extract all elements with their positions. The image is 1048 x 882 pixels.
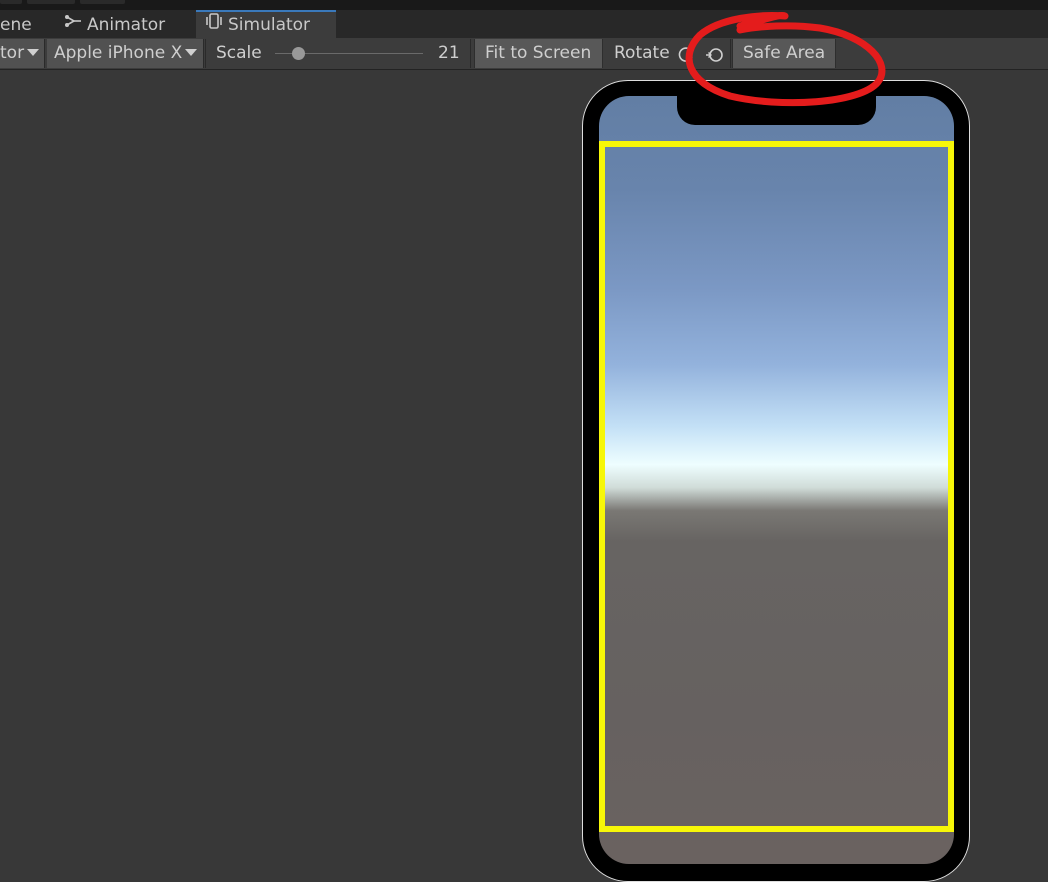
- rotate-control: Rotate: [604, 39, 731, 68]
- view-mode-dropdown[interactable]: tor: [0, 39, 45, 68]
- editor-tab-bar: ene Animator Simulator: [0, 10, 1048, 38]
- animator-icon: [64, 9, 82, 39]
- simulator-device-icon: [205, 11, 223, 37]
- scale-slider-thumb[interactable]: [292, 47, 305, 60]
- window-top-strip: [0, 0, 1048, 10]
- scale-value: 21: [438, 43, 460, 63]
- tab-animator[interactable]: Animator: [64, 10, 192, 38]
- top-tab-stub[interactable]: [80, 0, 125, 4]
- top-tab-stub[interactable]: [0, 0, 22, 4]
- tab-simulator[interactable]: Simulator: [196, 10, 336, 38]
- rotate-label: Rotate: [614, 43, 670, 63]
- safe-area-outline: [599, 141, 954, 832]
- safe-area-button[interactable]: Safe Area: [732, 39, 836, 68]
- safe-area-label: Safe Area: [743, 43, 826, 63]
- device-notch: [677, 95, 876, 125]
- chevron-down-icon: [185, 48, 198, 56]
- rotate-left-icon[interactable]: [677, 45, 695, 74]
- view-mode-label: tor: [0, 43, 25, 63]
- simulator-toolbar: tor Apple iPhone X Scale 21 Fit to Scree…: [0, 38, 1048, 70]
- rotate-right-icon[interactable]: [705, 45, 725, 74]
- device-label: Apple iPhone X: [54, 43, 183, 63]
- tab-label: ene: [0, 15, 32, 35]
- chevron-down-icon: [27, 48, 40, 56]
- tab-scene[interactable]: ene: [0, 10, 58, 38]
- fit-to-screen-label: Fit to Screen: [485, 43, 592, 63]
- top-tab-stub[interactable]: [27, 0, 75, 4]
- fit-to-screen-button[interactable]: Fit to Screen: [474, 39, 603, 68]
- tab-label: Animator: [87, 15, 166, 35]
- device-dropdown[interactable]: Apple iPhone X: [47, 39, 204, 68]
- tab-label: Simulator: [228, 15, 311, 35]
- scale-control: Scale 21: [205, 39, 471, 68]
- scale-label: Scale: [216, 43, 262, 63]
